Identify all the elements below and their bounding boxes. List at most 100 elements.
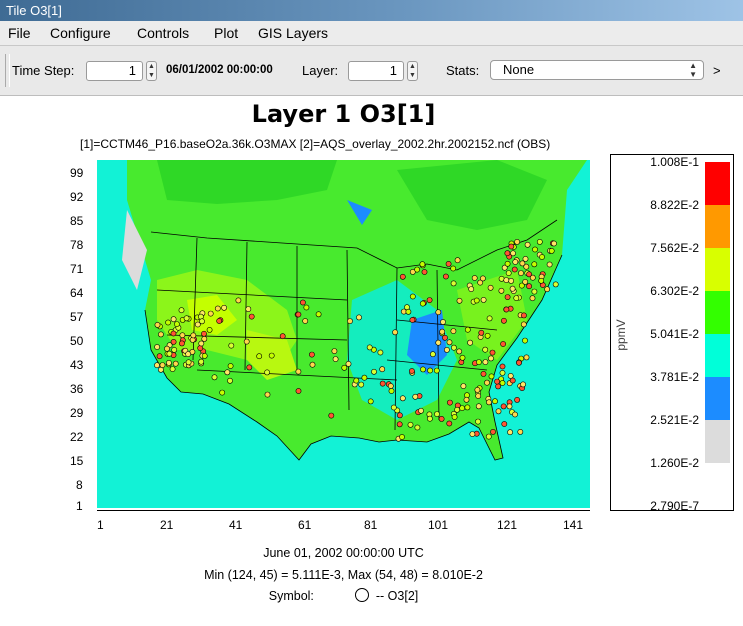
observation-point [469,431,476,437]
time-step-input[interactable]: 1 [86,61,143,81]
circle-symbol-icon [355,588,370,602]
observation-point [396,421,403,428]
observation-point [315,311,322,318]
observation-point [544,286,550,293]
stats-label: Stats: [446,63,480,78]
observation-point [499,363,506,370]
observation-point [507,429,513,436]
layer-label: Layer: [302,63,339,78]
observation-point [450,280,457,287]
toolbar-grip[interactable] [5,54,10,87]
map-svg [97,160,590,508]
legend-swatch [705,291,730,334]
x-tick: 81 [364,518,378,532]
observation-point [438,415,445,422]
observation-point [503,277,510,283]
observation-point [418,407,424,414]
observation-point [414,266,420,273]
observation-point [228,342,235,349]
observation-point [514,396,520,403]
y-tick: 78 [70,238,84,252]
observation-point [409,317,416,323]
y-tick: 8 [76,478,83,492]
layer-stepper[interactable]: ▲ ▼ [407,61,418,81]
observation-point [488,373,495,380]
legend-swatch [705,205,730,248]
observation-point [392,329,398,336]
menu-gis-layers[interactable]: GIS Layers [258,25,328,41]
observation-point [172,360,179,367]
observation-point [480,370,487,377]
observation-point [414,424,421,431]
observation-point [529,274,536,281]
y-tick: 57 [70,310,84,324]
observation-point [158,331,164,338]
observation-point [475,359,482,365]
observation-point [331,348,338,354]
observation-point [494,378,500,385]
menu-configure[interactable]: Configure [50,25,111,41]
observation-point [264,391,271,398]
observation-point [201,330,207,337]
observation-point [227,363,234,369]
stats-select[interactable]: None ▲ ▼ [490,60,704,80]
observation-point [520,321,527,328]
menu-file[interactable]: File [8,25,31,41]
legend-unit: ppmV [614,319,628,350]
toolbar-overflow-button[interactable]: > [713,63,721,78]
symbol-label: Symbol: [268,589,314,603]
observation-point [174,321,180,327]
y-tick: 85 [70,214,84,228]
observation-point [511,266,518,273]
observation-point [520,381,526,388]
menu-controls[interactable]: Controls [137,25,189,41]
time-step-stepper[interactable]: ▲ ▼ [146,61,157,81]
observation-point [517,428,524,435]
observation-point [201,335,208,342]
observation-point [166,350,173,357]
y-tick: 92 [70,190,84,204]
observation-point [341,364,348,371]
observation-point [420,366,426,373]
observation-point [474,386,481,393]
observation-point [492,398,498,405]
tile-plot-map[interactable] [97,160,590,508]
observation-point [451,414,458,420]
observation-point [499,380,506,386]
observation-point [489,349,496,356]
observation-point [536,239,543,245]
observation-point [526,283,532,290]
observation-point [504,250,511,257]
legend-label: 1.260E-2 [650,456,699,470]
observation-point [475,403,482,410]
observation-point [309,361,316,368]
observation-point [409,293,416,300]
observation-point [456,297,463,304]
window-titlebar[interactable]: Tile O3[1] [0,0,743,21]
select-arrows-icon: ▲ ▼ [689,61,697,79]
observation-point [399,273,406,280]
y-tick: 71 [70,262,84,276]
menu-plot[interactable]: Plot [214,25,238,41]
observation-point [367,398,374,405]
observation-point [303,304,310,311]
observation-point [500,317,507,324]
observation-point [475,418,481,425]
observation-point [464,326,471,333]
observation-point [487,284,494,291]
observation-point [214,305,221,312]
toolbar: Time Step: 1 ▲ ▼ 06/01/2002 00:00:00 Laye… [0,45,743,96]
observation-point [295,311,302,318]
observation-point [450,328,457,334]
x-tick: 21 [160,518,174,532]
observation-point [166,359,172,366]
layer-input[interactable]: 1 [348,61,404,81]
observation-point [356,314,362,321]
observation-point [500,403,507,410]
observation-point [332,356,339,362]
observation-point [506,403,513,410]
observation-point [509,377,516,384]
observation-point [450,344,457,351]
dataset-files: [1]=CCTM46_P16.baseO2a.36k.O3MAX [2]=AQS… [80,137,551,151]
legend-label: 5.041E-2 [650,327,699,341]
